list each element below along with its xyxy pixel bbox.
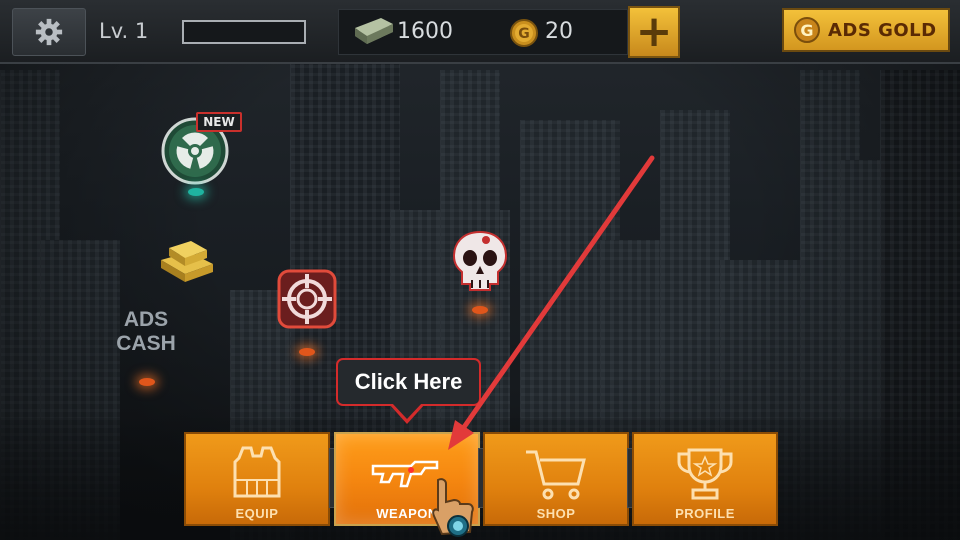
svg-text:G: G <box>518 26 530 42</box>
ads-cash-line2: CASH <box>116 332 176 355</box>
cart-icon <box>526 450 586 500</box>
new-badge: NEW <box>196 112 242 132</box>
vest-icon <box>233 446 281 498</box>
tooltip-text: Click Here <box>354 369 463 394</box>
gold-amount: 20 <box>545 19 573 44</box>
settings-button[interactable] <box>12 8 86 56</box>
plus-icon: + <box>635 6 673 57</box>
ads-gold-label: ADS GOLD <box>828 19 937 41</box>
top-bar: Lv. 1 1600 G 20 + G ADS GOLD <box>0 0 960 64</box>
nav-profile-button[interactable]: PROFILE <box>632 432 778 526</box>
nav-shop-button[interactable]: SHOP <box>483 432 629 526</box>
player-level: Lv. 1 <box>99 19 149 43</box>
ads-cash-label[interactable]: ADS CASH <box>112 308 180 356</box>
click-here-tooltip: Click Here <box>336 358 481 406</box>
gear-icon <box>35 18 63 46</box>
cash-stack-icon <box>355 18 393 44</box>
nav-equip-label: EQUIP <box>235 506 279 521</box>
mission-marker <box>472 306 488 314</box>
nav-equip-button[interactable]: EQUIP <box>184 432 330 526</box>
cash-amount: 1600 <box>397 19 453 44</box>
nav-profile-label: PROFILE <box>675 506 735 521</box>
gold-coin-icon: G <box>794 17 820 43</box>
pointing-hand-icon <box>432 478 474 537</box>
mission-marker <box>139 378 155 386</box>
trophy-icon <box>677 448 733 500</box>
skull-mission-icon[interactable] <box>450 228 510 296</box>
mission-marker <box>299 348 315 356</box>
add-currency-button[interactable]: + <box>628 6 680 58</box>
mission-marker <box>188 188 204 196</box>
ads-cash-line1: ADS <box>123 308 169 331</box>
currency-panel: 1600 G 20 <box>338 9 628 55</box>
xp-progress-bar <box>182 20 306 44</box>
crosshair-mission-icon[interactable] <box>276 268 338 330</box>
ads-gold-button[interactable]: G ADS GOLD <box>782 8 950 52</box>
gold-coin-icon: G <box>510 19 538 47</box>
nav-shop-label: SHOP <box>536 506 576 521</box>
gold-bars-icon[interactable] <box>155 230 220 285</box>
